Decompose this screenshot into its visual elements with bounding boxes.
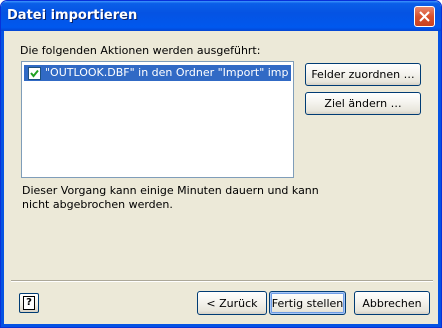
close-icon xyxy=(419,11,430,22)
back-button[interactable]: < Zurück xyxy=(197,291,267,315)
action-item-label: "OUTLOOK.DBF" in den Ordner "Import" imp… xyxy=(45,66,289,79)
info-text-line-2: nicht abgebrochen werden. xyxy=(22,198,173,211)
window-title: Datei importieren xyxy=(7,8,138,23)
checkmark-icon xyxy=(30,69,39,78)
help-button[interactable]: ? xyxy=(19,293,39,313)
footer-separator xyxy=(11,280,433,282)
cancel-button[interactable]: Abbrechen xyxy=(354,291,430,315)
close-button[interactable] xyxy=(414,6,435,27)
title-bar[interactable]: Datei importieren xyxy=(1,1,441,31)
action-list-item[interactable]: "OUTLOOK.DBF" in den Ordner "Import" imp… xyxy=(24,65,291,81)
actions-intro-label: Die folgenden Aktionen werden ausgeführt… xyxy=(20,44,261,57)
map-fields-button[interactable]: Felder zuordnen … xyxy=(305,63,421,86)
window-frame-bottom xyxy=(1,324,441,327)
action-checkbox[interactable] xyxy=(28,67,41,80)
help-icon: ? xyxy=(23,296,35,310)
actions-listbox[interactable]: "OUTLOOK.DBF" in den Ordner "Import" imp… xyxy=(21,61,294,178)
window-frame-right xyxy=(438,31,441,327)
info-text-line-1: Dieser Vorgang kann einige Minuten dauer… xyxy=(22,184,319,197)
finish-button[interactable]: Fertig stellen xyxy=(269,291,346,315)
change-target-button[interactable]: Ziel ändern … xyxy=(305,92,421,115)
window-frame-left xyxy=(1,31,4,327)
import-dialog-window: Datei importieren Die folgenden Aktionen… xyxy=(0,0,442,328)
